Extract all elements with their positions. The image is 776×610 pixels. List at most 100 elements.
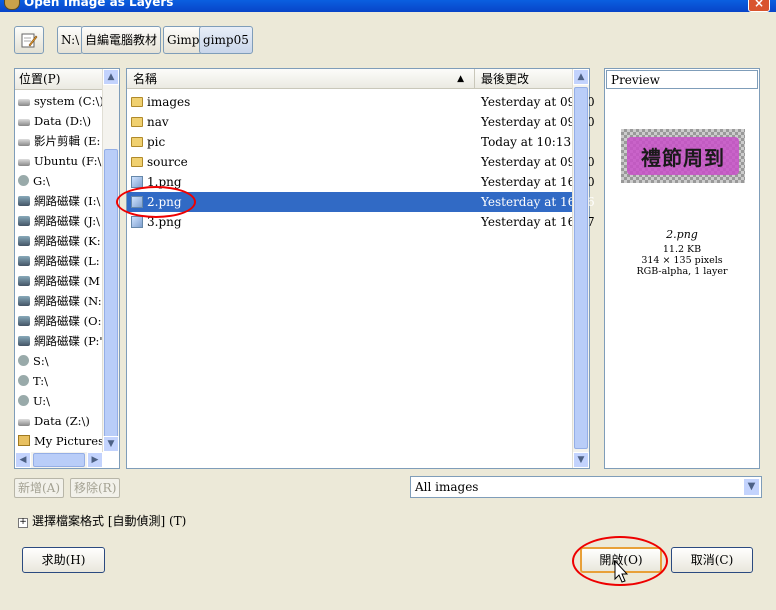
name-column-header[interactable]: 名稱 ▲: [127, 69, 475, 89]
sort-ascending-icon: ▲: [457, 74, 464, 84]
file-name: images: [147, 95, 191, 109]
places-hscroll-thumb[interactable]: [33, 453, 85, 467]
place-item[interactable]: Data (D:\): [15, 111, 103, 131]
place-label: 網路磁碟 (P:': [34, 334, 103, 348]
user-icon: [18, 375, 29, 386]
folder-icon: [131, 117, 143, 127]
place-label: S:\: [33, 354, 49, 368]
file-row[interactable]: 3.png Yesterday at 16:37: [127, 212, 595, 232]
file-row[interactable]: images Yesterday at 09:20: [127, 92, 595, 112]
disk-icon: [18, 159, 30, 166]
scroll-down-arrow-icon[interactable]: ▼: [573, 452, 589, 468]
place-item[interactable]: 網路磁碟 (O:: [15, 311, 103, 331]
gimp-app-icon: [4, 0, 20, 10]
place-item[interactable]: 網路磁碟 (I:\: [15, 191, 103, 211]
path-segment-root[interactable]: N:\: [57, 26, 84, 54]
close-button[interactable]: ×: [748, 0, 770, 12]
file-row[interactable]: 1.png Yesterday at 16:30: [127, 172, 595, 192]
user-icon: [18, 355, 29, 366]
place-item[interactable]: 網路磁碟 (N:: [15, 291, 103, 311]
file-type-expander[interactable]: + 選擇檔案格式 [自動偵測] (T): [18, 512, 186, 529]
file-row[interactable]: source Yesterday at 09:20: [127, 152, 595, 172]
path-segment-current[interactable]: gimp05: [199, 26, 253, 54]
place-label: 影片剪輯 (E:: [34, 134, 101, 148]
preview-mode: RGB-alpha, 1 layer: [636, 266, 728, 277]
place-label: 網路磁碟 (K:: [34, 234, 101, 248]
file-row[interactable]: 2.png Yesterday at 16:36: [127, 192, 595, 212]
network-drive-icon: [18, 336, 30, 346]
file-type-label: 選擇檔案格式 [自動偵測] (T): [32, 514, 187, 528]
place-item[interactable]: 影片剪輯 (E:: [15, 131, 103, 151]
pictures-icon: [18, 435, 30, 446]
place-item[interactable]: Data (Z:\): [15, 411, 103, 431]
place-item[interactable]: 網路磁碟 (K:: [15, 231, 103, 251]
file-filter-select[interactable]: All images ▼: [410, 476, 762, 498]
place-label: Ubuntu (F:\): [34, 154, 103, 168]
place-label: 網路磁碟 (L:: [34, 254, 100, 268]
place-item[interactable]: S:\: [15, 351, 103, 371]
preview-header[interactable]: Preview: [606, 70, 758, 89]
file-name: nav: [147, 115, 169, 129]
scroll-left-arrow-icon[interactable]: ◀: [15, 452, 31, 468]
add-bookmark-button[interactable]: 新增(A): [14, 478, 65, 498]
file-modified: Today at 10:13: [481, 135, 572, 149]
scroll-right-arrow-icon[interactable]: ▶: [87, 452, 103, 468]
file-name: pic: [147, 135, 166, 149]
image-file-icon: [131, 216, 143, 228]
file-row[interactable]: pic Today at 10:13: [127, 132, 573, 152]
places-horizontal-scrollbar[interactable]: ◀ ▶: [15, 452, 103, 468]
place-item[interactable]: T:\: [15, 371, 103, 391]
scroll-up-arrow-icon[interactable]: ▲: [573, 69, 589, 85]
scroll-up-arrow-icon[interactable]: ▲: [103, 69, 119, 85]
scroll-down-arrow-icon[interactable]: ▼: [103, 436, 119, 452]
places-scroll-thumb[interactable]: [104, 149, 118, 439]
remove-bookmark-button[interactable]: 移除(R): [70, 478, 121, 498]
disk-icon: [18, 119, 30, 126]
disk-icon: [18, 139, 30, 146]
places-header[interactable]: 位置(P): [15, 69, 103, 90]
disk-icon: [18, 419, 30, 426]
place-item[interactable]: My Pictures: [15, 431, 103, 449]
window-title: Open Image as Layers: [24, 0, 174, 9]
title-bar: Open Image as Layers ×: [0, 0, 776, 12]
place-item[interactable]: 網路磁碟 (P:': [15, 331, 103, 351]
user-icon: [18, 395, 29, 406]
file-row[interactable]: nav Yesterday at 09:20: [127, 112, 595, 132]
place-label: Data (D:\): [34, 114, 92, 128]
places-list: system (C:\) Data (D:\) 影片剪輯 (E: Ubuntu (F:…: [15, 91, 103, 449]
file-list-panel: 名稱 ▲ 最後更改 images Yesterday at 09:20 nav Yes…: [126, 68, 595, 469]
network-drive-icon: [18, 236, 30, 246]
pencil-note-icon: [21, 33, 38, 48]
place-item[interactable]: U:\: [15, 391, 103, 411]
mouse-pointer-icon: [614, 560, 629, 583]
file-filter-value: All images: [415, 480, 479, 494]
place-item[interactable]: Ubuntu (F:\): [15, 151, 103, 171]
place-label: 網路磁碟 (J:\: [34, 214, 101, 228]
modified-column-header[interactable]: 最後更改: [475, 69, 575, 89]
files-scroll-thumb[interactable]: [574, 87, 588, 449]
chevron-down-icon[interactable]: ▼: [743, 478, 760, 496]
type-location-button[interactable]: [14, 26, 44, 54]
place-item[interactable]: 網路磁碟 (J:\: [15, 211, 103, 231]
path-segment-folder[interactable]: 自編電腦教材: [81, 26, 162, 54]
place-item[interactable]: system (C:\): [15, 91, 103, 111]
place-label: G:\: [33, 174, 50, 188]
cancel-button[interactable]: 取消(C): [671, 547, 753, 573]
user-icon: [18, 175, 29, 186]
image-file-icon: [131, 176, 143, 188]
place-item[interactable]: G:\: [15, 171, 103, 191]
expand-plus-icon[interactable]: +: [18, 518, 28, 528]
place-label: U:\: [33, 394, 51, 408]
folder-icon: [131, 157, 143, 167]
help-button[interactable]: 求助(H): [22, 547, 105, 573]
files-vertical-scrollbar[interactable]: ▲ ▼: [572, 69, 589, 468]
place-label: My Pictures: [34, 434, 103, 448]
file-name: source: [147, 155, 188, 169]
preview-filesize: 11.2 KB: [662, 244, 702, 255]
places-vertical-scrollbar[interactable]: ▲ ▼: [102, 69, 119, 452]
file-name: 1.png: [147, 175, 182, 189]
folder-icon: [131, 97, 143, 107]
place-item[interactable]: 網路磁碟 (M: [15, 271, 103, 291]
path-segment-gimp[interactable]: Gimp: [163, 26, 204, 54]
place-item[interactable]: 網路磁碟 (L:: [15, 251, 103, 271]
